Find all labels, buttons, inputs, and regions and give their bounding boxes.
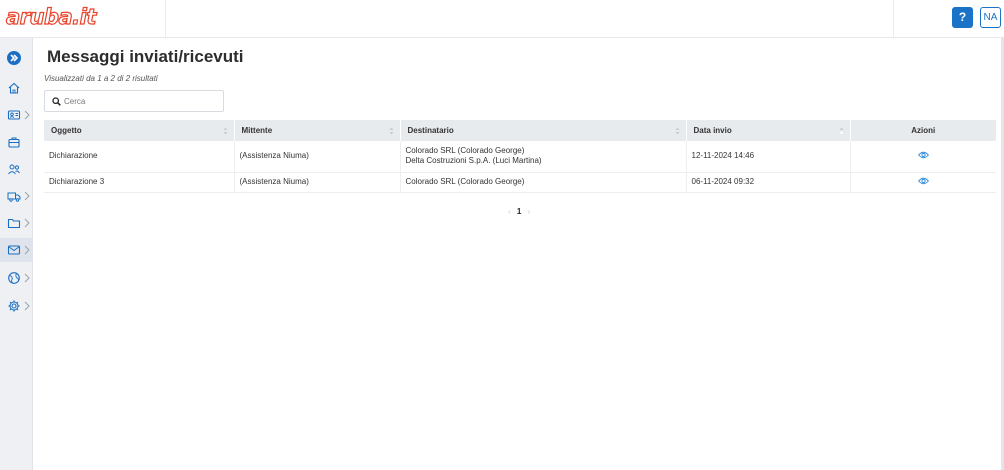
- folder-icon: [7, 218, 21, 229]
- sidebar-item-contacts[interactable]: [0, 103, 33, 127]
- help-button[interactable]: ?: [952, 7, 973, 28]
- expand-sidebar-button[interactable]: [7, 51, 21, 65]
- cell-azioni: [850, 172, 996, 193]
- sidebar-item-network[interactable]: [0, 266, 33, 290]
- users-icon: [8, 164, 20, 175]
- cell-oggetto: Dichiarazione 3: [44, 172, 235, 193]
- results-count: Visualizzati da 1 a 2 di 2 risultati: [44, 74, 158, 83]
- recipient: Colorado SRL (Colorado George): [405, 177, 525, 186]
- table-row[interactable]: Dichiarazione 3 (Assistenza Niuma) Color…: [44, 172, 996, 193]
- chevron-right-icon: [24, 110, 30, 120]
- sort-icon: [839, 127, 843, 135]
- cell-azioni: [850, 141, 996, 173]
- cell-mittente: (Assistenza Niuma): [234, 141, 401, 173]
- search-icon: [52, 97, 61, 106]
- globe-icon: [8, 272, 20, 284]
- cell-destinatario: Colorado SRL (Colorado George) Delta Cos…: [400, 141, 687, 173]
- sidebar-item-briefcase[interactable]: [0, 130, 33, 154]
- sort-icon: [675, 127, 679, 135]
- chevron-right-icon: [24, 191, 30, 201]
- next-page-button[interactable]: ›: [528, 207, 531, 216]
- sidebar-item-users[interactable]: [0, 157, 33, 181]
- chevron-right-icon: [24, 245, 30, 255]
- sidebar: [0, 38, 33, 470]
- gear-icon: [8, 300, 20, 312]
- search-box[interactable]: [44, 90, 224, 112]
- home-icon: [8, 82, 20, 94]
- top-bar: aruba.it ? NA: [0, 0, 1004, 38]
- view-eye-icon[interactable]: [917, 151, 929, 159]
- column-label: Destinatario: [407, 126, 454, 135]
- page-number-button[interactable]: 1: [517, 207, 521, 216]
- column-header-data-invio[interactable]: Data invio: [686, 120, 851, 141]
- double-chevron-right-icon: [10, 54, 19, 62]
- aruba-logo[interactable]: aruba.it: [5, 4, 97, 29]
- recipient: Delta Costruzioni S.p.A. (Luci Martina): [405, 156, 542, 166]
- column-header-azioni: Azioni: [850, 120, 996, 141]
- table-header-row: Oggetto Mittente Destinatario Data invio…: [44, 120, 996, 141]
- top-divider: [893, 0, 894, 38]
- table-row[interactable]: Dichiarazione (Assistenza Niuma) Colorad…: [44, 141, 996, 173]
- column-header-mittente[interactable]: Mittente: [234, 120, 401, 141]
- sort-icon: [223, 127, 227, 135]
- sidebar-item-messages[interactable]: [0, 238, 33, 262]
- column-label: Data invio: [693, 126, 732, 135]
- column-label: Mittente: [241, 126, 273, 135]
- pagination: ‹ 1 ›: [508, 207, 530, 216]
- column-header-destinatario[interactable]: Destinatario: [400, 120, 687, 141]
- view-eye-icon[interactable]: [917, 177, 929, 185]
- page-title: Messaggi inviati/ricevuti: [47, 47, 244, 66]
- chevron-right-icon: [24, 273, 30, 283]
- cell-data-invio: 06-11-2024 09:32: [686, 172, 851, 193]
- prev-page-button[interactable]: ‹: [508, 207, 511, 216]
- cell-destinatario: Colorado SRL (Colorado George): [400, 172, 687, 193]
- column-header-oggetto[interactable]: Oggetto: [44, 120, 235, 141]
- cell-data-invio: 12-11-2024 14:46: [686, 141, 851, 173]
- cell-oggetto: Dichiarazione: [44, 141, 235, 173]
- top-divider: [165, 0, 166, 38]
- sidebar-item-folders[interactable]: [0, 211, 33, 235]
- column-label: Oggetto: [51, 126, 82, 135]
- sidebar-item-shipping[interactable]: [0, 184, 33, 208]
- column-label: Azioni: [911, 126, 936, 135]
- cell-mittente: (Assistenza Niuma): [234, 172, 401, 193]
- search-input[interactable]: [64, 94, 214, 108]
- sidebar-item-settings[interactable]: [0, 294, 33, 318]
- user-avatar-button[interactable]: NA: [980, 7, 1001, 28]
- recipient: Colorado SRL (Colorado George): [405, 146, 525, 156]
- chevron-right-icon: [24, 301, 30, 311]
- sidebar-item-home[interactable]: [0, 76, 33, 100]
- sort-icon: [389, 127, 393, 135]
- messages-table: Oggetto Mittente Destinatario Data invio…: [44, 120, 996, 193]
- chevron-right-icon: [24, 218, 30, 228]
- mail-icon: [7, 245, 21, 255]
- briefcase-icon: [8, 137, 20, 148]
- contact-card-icon: [7, 110, 21, 120]
- truck-icon: [7, 192, 21, 202]
